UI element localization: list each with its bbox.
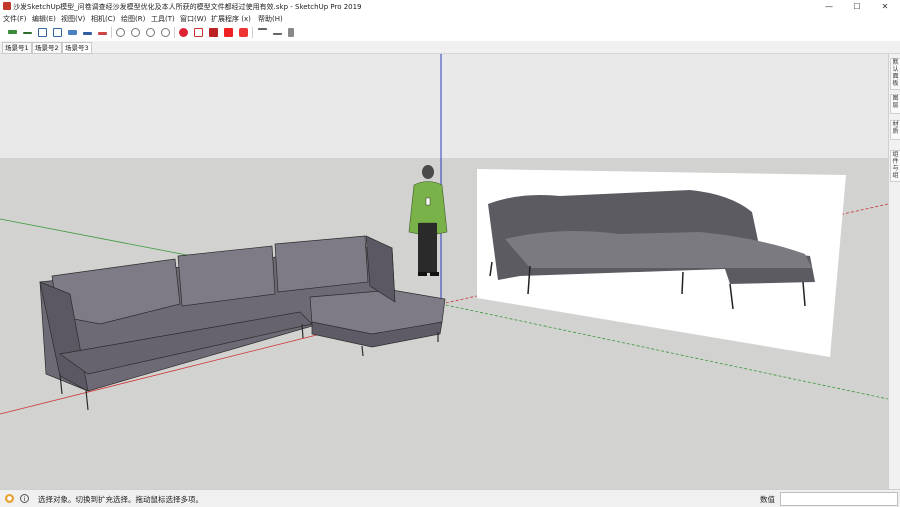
menu-view[interactable]: 视图(V) [61, 14, 85, 24]
menu-help[interactable]: 帮助(H) [258, 14, 283, 24]
menu-tools[interactable]: 工具(T) [151, 14, 175, 24]
status-bar: ● i 选择对象。切换到扩充选择。拖动鼠标选择多项。 数值 [0, 489, 900, 507]
scene-tab-1[interactable]: 场景号1 [2, 42, 32, 54]
fog-icon[interactable] [288, 28, 294, 37]
default-tray: 默认面板 图层 材质 组件与组 [888, 54, 900, 489]
extension-warehouse-icon[interactable] [224, 28, 233, 37]
offset-icon[interactable] [98, 32, 107, 35]
toolbar [0, 24, 900, 42]
scene-tabs: 场景号1 场景号2 场景号3 [0, 41, 900, 54]
line-tool-icon[interactable] [8, 30, 17, 34]
zoom-icon[interactable] [146, 28, 155, 37]
tray-materials[interactable]: 材质 [890, 120, 900, 140]
menu-window[interactable]: 窗口(W) [180, 14, 206, 24]
minimize-button[interactable]: — [815, 0, 843, 13]
tray-default-panel[interactable]: 默认面板 [890, 58, 900, 90]
geo-location-icon[interactable]: ● [5, 494, 14, 503]
sketchup-logo-icon [3, 2, 11, 10]
menu-bar: 文件(F) 编辑(E) 视图(V) 相机(C) 绘图(R) 工具(T) 窗口(W… [0, 13, 900, 24]
measurements-label: 数值 [760, 495, 775, 504]
orbit-icon[interactable] [116, 28, 125, 37]
status-message: 选择对象。切换到扩充选择。拖动鼠标选择多项。 [38, 495, 203, 504]
close-button[interactable]: ✕ [871, 0, 899, 13]
push-pull-icon[interactable] [38, 28, 47, 37]
zoom-extents-icon[interactable] [161, 28, 170, 37]
menu-edit[interactable]: 编辑(E) [32, 14, 56, 24]
toolbar-separator [252, 27, 253, 38]
pan-icon[interactable] [131, 28, 140, 37]
sections-icon[interactable] [239, 28, 248, 37]
materials-icon[interactable] [194, 28, 203, 37]
tray-components[interactable]: 组件与组 [890, 150, 900, 182]
title-bar: 沙发SketchUp模型_问卷调查经沙发模型优化及本人所获的模型文件都经过使用有… [0, 0, 900, 13]
shadows-icon[interactable] [273, 28, 282, 35]
components-icon[interactable] [179, 28, 188, 37]
scene-tab-3[interactable]: 场景号3 [62, 42, 92, 54]
menu-extensions[interactable]: 扩展程序 (x) [211, 14, 251, 24]
model-viewport[interactable] [0, 54, 888, 489]
toolbar-separator [111, 27, 112, 38]
styles-icon[interactable] [258, 28, 267, 35]
info-icon[interactable]: i [20, 494, 29, 503]
maximize-button[interactable]: ☐ [843, 0, 871, 13]
move-icon[interactable] [53, 28, 62, 37]
scale-icon[interactable] [83, 32, 92, 35]
sky [0, 54, 888, 158]
menu-draw[interactable]: 绘图(R) [121, 14, 145, 24]
viewport-canvas [0, 54, 888, 489]
measurements-input[interactable] [780, 492, 898, 506]
warehouse-icon[interactable] [209, 28, 218, 37]
window-title: 沙发SketchUp模型_问卷调查经沙发模型优化及本人所获的模型文件都经过使用有… [13, 3, 362, 11]
scene-tab-2[interactable]: 场景号2 [32, 42, 62, 54]
toolbar-separator [174, 27, 175, 38]
menu-file[interactable]: 文件(F) [3, 14, 27, 24]
rotate-icon[interactable] [68, 30, 77, 35]
menu-camera[interactable]: 相机(C) [91, 14, 115, 24]
rect-tool-icon[interactable] [23, 32, 32, 34]
tray-layers[interactable]: 图层 [890, 94, 900, 114]
